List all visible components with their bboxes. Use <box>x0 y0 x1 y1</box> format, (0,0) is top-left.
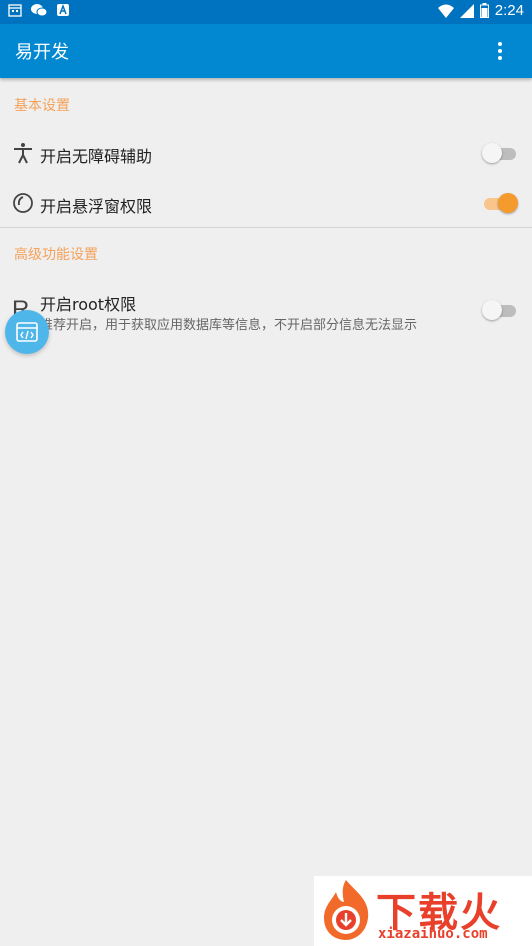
setting-row-root[interactable]: R 开启root权限 推荐开启，用于获取应用数据库等信息，不开启部分信息无法显示 <box>0 282 532 338</box>
floating-code-button[interactable] <box>5 310 49 354</box>
code-window-icon <box>16 322 38 342</box>
setting-title-accessibility: 开启无障碍辅助 <box>40 147 153 166</box>
floating-window-icon <box>12 192 34 218</box>
calendar-icon <box>8 4 22 17</box>
watermark: 下载火 xiazaihuo.com <box>314 876 532 946</box>
watermark-url: xiazaihuo.com <box>378 926 488 942</box>
floating-window-toggle[interactable] <box>482 192 518 214</box>
setting-title-floating-window: 开启悬浮窗权限 <box>40 197 153 216</box>
section-header-basic: 基本设置 <box>14 98 70 114</box>
app-bar: 易开发 <box>0 24 532 78</box>
status-bar-system: 2:24 <box>437 2 524 19</box>
section-header-advanced: 高级功能设置 <box>14 247 98 263</box>
wifi-icon <box>437 4 454 18</box>
accessibility-toggle[interactable] <box>482 142 518 164</box>
setting-row-floating-window[interactable]: 开启悬浮窗权限 <box>0 180 532 226</box>
status-time: 2:24 <box>494 2 524 19</box>
signal-icon <box>459 3 474 18</box>
flame-logo-icon <box>324 880 369 940</box>
wechat-icon <box>31 4 48 17</box>
accessibility-icon <box>12 142 34 168</box>
app-title: 易开发 <box>15 42 69 63</box>
setting-row-accessibility[interactable]: 开启无障碍辅助 <box>0 130 532 176</box>
setting-title-root: 开启root权限 <box>40 295 137 314</box>
section-divider <box>0 227 532 228</box>
notification-a-icon <box>57 3 69 16</box>
root-toggle[interactable] <box>482 299 518 321</box>
setting-subtitle-root: 推荐开启，用于获取应用数据库等信息，不开启部分信息无法显示 <box>40 318 418 333</box>
more-vert-icon[interactable] <box>492 40 508 62</box>
status-bar: 2:24 <box>0 0 532 24</box>
status-bar-notifications <box>8 3 70 17</box>
battery-icon <box>479 3 489 18</box>
